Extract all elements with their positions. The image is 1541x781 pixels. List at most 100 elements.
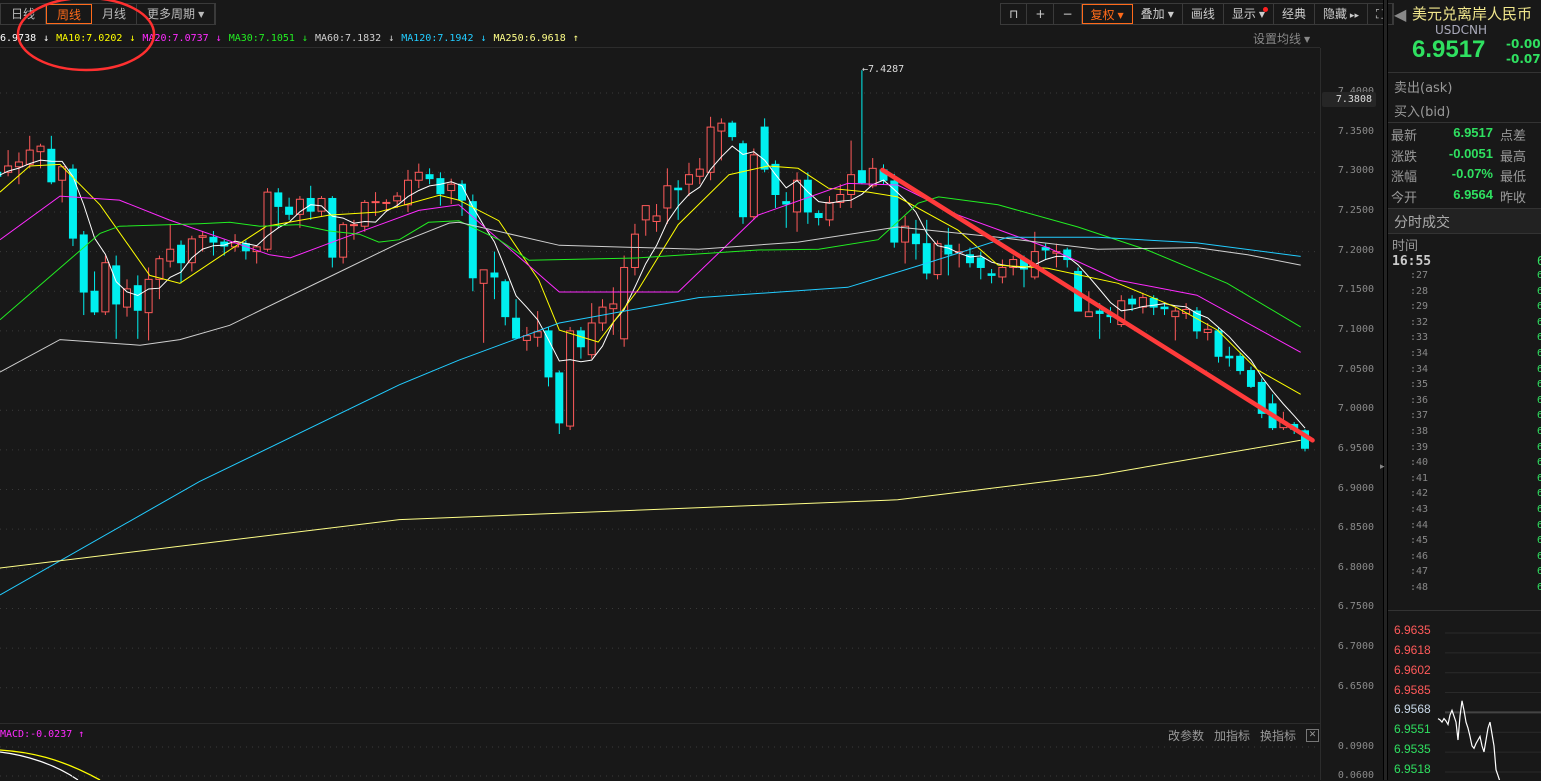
candle-body bbox=[177, 244, 186, 264]
candlestick-chart[interactable] bbox=[0, 0, 1320, 780]
tick-row: :35 6 bbox=[1388, 379, 1541, 394]
drag-handle-icon[interactable]: ▸ bbox=[1380, 462, 1385, 472]
y-tick-label: 6.8500 bbox=[1337, 522, 1374, 534]
candle-body bbox=[803, 179, 812, 213]
candle-body bbox=[1214, 330, 1223, 357]
tick-price: 6 bbox=[1537, 457, 1541, 469]
tick-price: 6 bbox=[1537, 394, 1541, 406]
quote-row-value: 6.9517 bbox=[1453, 125, 1493, 140]
tick-price: 6 bbox=[1537, 254, 1541, 268]
tick-time: :47 bbox=[1410, 566, 1429, 578]
candle-body bbox=[847, 174, 856, 196]
candle-body bbox=[349, 224, 358, 227]
candle-body bbox=[922, 243, 931, 274]
tick-time: :33 bbox=[1410, 332, 1429, 344]
candle-body bbox=[274, 192, 283, 207]
candle-body bbox=[1084, 311, 1093, 318]
candle-body bbox=[317, 197, 326, 212]
trend-line[interactable] bbox=[880, 167, 1315, 443]
candle bbox=[512, 299, 521, 339]
candle bbox=[112, 255, 121, 339]
toolbar-button-5[interactable]: 隐藏 ▸▸ bbox=[1315, 4, 1368, 24]
close-icon[interactable]: ✕ bbox=[1306, 729, 1320, 742]
candle-body bbox=[101, 262, 110, 313]
quote-row-label: 最新 bbox=[1391, 129, 1418, 144]
candle bbox=[263, 188, 272, 252]
y-tick-label: 7.3500 bbox=[1337, 125, 1374, 137]
change-percent: -0.07 bbox=[1506, 52, 1541, 66]
tick-first-time: 16:55 bbox=[1392, 254, 1432, 269]
candle-body bbox=[133, 285, 142, 311]
candle-body bbox=[728, 122, 737, 138]
candle-body bbox=[1225, 355, 1234, 359]
candle-body bbox=[998, 266, 1007, 278]
candle bbox=[1138, 292, 1147, 314]
quote-row-right-label: 昨收 bbox=[1500, 190, 1527, 206]
tick-row: :34 6 bbox=[1388, 348, 1541, 363]
quote-row-value: -0.0051 bbox=[1448, 145, 1493, 161]
y-tick-label: 6.7500 bbox=[1337, 601, 1374, 613]
ma-line-ma120 bbox=[0, 236, 1301, 596]
candle bbox=[555, 370, 564, 434]
tick-time: :34 bbox=[1410, 363, 1429, 375]
candle-body bbox=[1171, 310, 1180, 318]
candle bbox=[630, 223, 639, 276]
tick-time: :36 bbox=[1410, 394, 1429, 406]
candle-body bbox=[555, 372, 564, 424]
candle-body bbox=[1095, 310, 1104, 314]
tick-time: :43 bbox=[1410, 504, 1429, 515]
candle-body bbox=[771, 163, 780, 196]
candle bbox=[955, 243, 964, 268]
candle-body bbox=[641, 205, 650, 221]
macd-tool-1[interactable]: 加指标 bbox=[1214, 727, 1250, 744]
candle bbox=[306, 185, 315, 220]
candle-body bbox=[857, 170, 866, 184]
divider bbox=[0, 723, 1320, 724]
candle bbox=[663, 168, 672, 224]
tick-time: :42 bbox=[1410, 488, 1429, 500]
macd-tool-0[interactable]: 改参数 bbox=[1168, 727, 1204, 744]
candle-body bbox=[630, 233, 639, 268]
candle-body bbox=[360, 201, 369, 227]
candle-body bbox=[512, 317, 521, 339]
tick-row: :40 6 bbox=[1388, 457, 1541, 472]
candle-body bbox=[479, 269, 488, 284]
candle-body bbox=[382, 201, 391, 204]
tick-price: 6 bbox=[1537, 332, 1541, 344]
candle bbox=[1160, 303, 1169, 316]
ma-line-ma250 bbox=[0, 439, 1301, 569]
quote-row-value: 6.9564 bbox=[1453, 186, 1493, 202]
candle-body bbox=[403, 179, 412, 206]
candle-body bbox=[609, 303, 618, 310]
candle-body bbox=[825, 201, 834, 221]
macd-tool-2[interactable]: 换指标 bbox=[1260, 727, 1296, 744]
candle bbox=[857, 70, 866, 185]
tick-time: :41 bbox=[1410, 472, 1429, 484]
candle-body bbox=[436, 178, 445, 195]
candle-body bbox=[793, 179, 802, 213]
tick-row: :43 6 bbox=[1388, 504, 1541, 519]
candle bbox=[187, 235, 196, 272]
tick-price: 6 bbox=[1537, 472, 1541, 484]
tick-price: 6 bbox=[1537, 301, 1541, 313]
y-tick-label: 6.8000 bbox=[1337, 561, 1374, 573]
divider bbox=[1388, 233, 1541, 234]
candle bbox=[479, 269, 488, 343]
candle bbox=[911, 219, 920, 260]
candle bbox=[641, 205, 650, 236]
tick-price: 6 bbox=[1537, 285, 1541, 297]
y-tick-label: 7.0000 bbox=[1337, 403, 1374, 415]
candle-body bbox=[155, 258, 164, 280]
y-tick-label: 7.1000 bbox=[1337, 323, 1374, 335]
quote-row-right-label: 最低 bbox=[1500, 170, 1527, 185]
y-tick-label: 7.0500 bbox=[1337, 363, 1374, 375]
tick-price: 6 bbox=[1537, 410, 1541, 422]
candle bbox=[90, 271, 99, 316]
candle-body bbox=[1160, 306, 1169, 310]
tick-row: :46 6 bbox=[1388, 551, 1541, 566]
candle bbox=[1171, 307, 1180, 341]
candle bbox=[1236, 353, 1245, 375]
quote-row-label: 今开 bbox=[1391, 190, 1418, 206]
quote-row-value: -0.07% bbox=[1451, 166, 1493, 181]
collapse-left-icon[interactable]: ◀ bbox=[1394, 5, 1406, 24]
